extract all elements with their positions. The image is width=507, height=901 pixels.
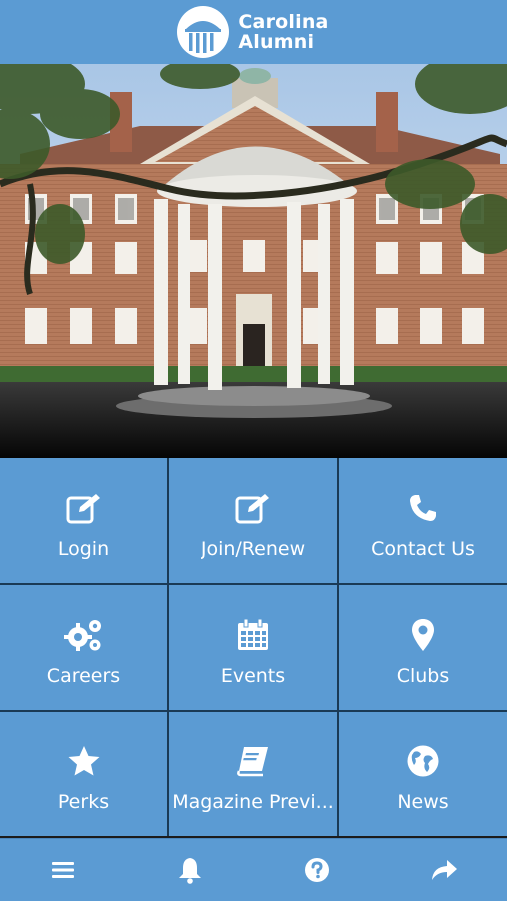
book-icon bbox=[233, 741, 273, 781]
logo-text: Carolina Alumni bbox=[238, 12, 328, 52]
magazine-preview-label: Magazine Previ... bbox=[172, 791, 334, 813]
carolina-alumni-logo: Carolina Alumni bbox=[176, 5, 328, 59]
careers-label: Careers bbox=[46, 664, 121, 687]
share-button[interactable] bbox=[414, 845, 474, 895]
login-label: Login bbox=[57, 537, 110, 560]
login-tile[interactable]: Login bbox=[0, 458, 167, 583]
gears-icon bbox=[63, 615, 104, 655]
edit-icon bbox=[64, 488, 104, 528]
perks-label: Perks bbox=[57, 791, 110, 813]
star-icon bbox=[64, 741, 104, 781]
magazine-preview-tile[interactable]: Magazine Previ... bbox=[169, 712, 337, 836]
contact-us-tile[interactable]: Contact Us bbox=[339, 458, 507, 583]
hero-image bbox=[0, 64, 507, 458]
bell-icon bbox=[179, 858, 202, 884]
phone-icon bbox=[403, 488, 443, 528]
perks-tile[interactable]: Perks bbox=[0, 712, 167, 836]
join-renew-label: Join/Renew bbox=[200, 537, 306, 560]
map-pin-icon bbox=[403, 615, 443, 655]
bottom-toolbar bbox=[0, 838, 507, 901]
menu-grid: Login Join/Renew Contact Us Careers Even… bbox=[0, 458, 507, 836]
globe-icon bbox=[403, 741, 443, 781]
events-label: Events bbox=[220, 664, 286, 687]
help-button[interactable] bbox=[287, 845, 347, 895]
edit-icon bbox=[233, 488, 273, 528]
logo-line-2: Alumni bbox=[238, 31, 315, 53]
news-tile[interactable]: News bbox=[339, 712, 507, 836]
logo-line-1: Carolina bbox=[238, 11, 329, 33]
app-header: Carolina Alumni bbox=[0, 0, 507, 64]
menu-icon bbox=[52, 862, 75, 878]
clubs-tile[interactable]: Clubs bbox=[339, 585, 507, 710]
help-icon bbox=[304, 858, 329, 882]
join-renew-tile[interactable]: Join/Renew bbox=[169, 458, 337, 583]
clubs-label: Clubs bbox=[396, 664, 450, 687]
notifications-button[interactable] bbox=[160, 845, 220, 895]
old-well-logo-icon bbox=[177, 6, 230, 58]
contact-us-label: Contact Us bbox=[371, 537, 475, 560]
careers-tile[interactable]: Careers bbox=[0, 585, 167, 710]
share-icon bbox=[431, 860, 457, 880]
menu-button[interactable] bbox=[33, 845, 93, 895]
calendar-icon bbox=[233, 615, 273, 655]
news-label: News bbox=[397, 791, 449, 813]
events-tile[interactable]: Events bbox=[169, 585, 337, 710]
